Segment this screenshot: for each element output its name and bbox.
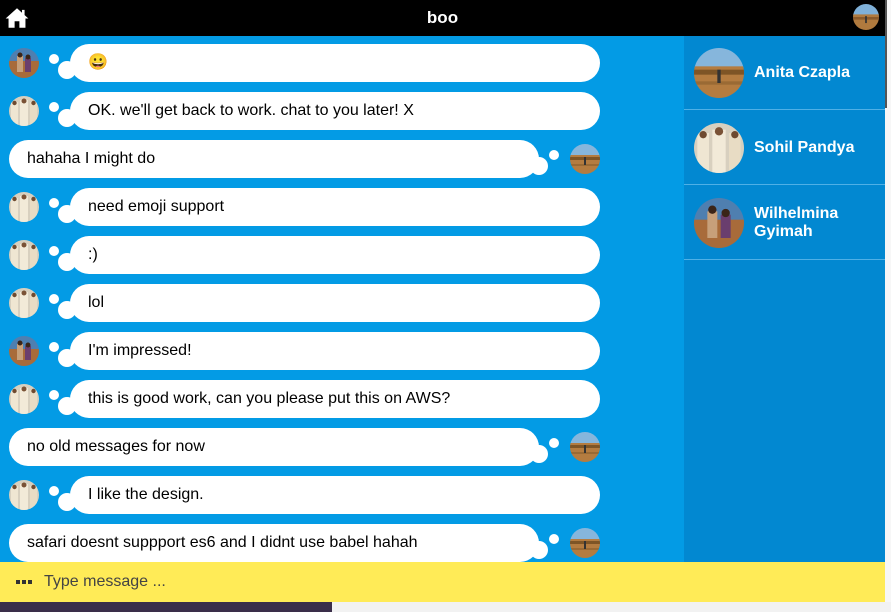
- outgoing-message: safari doesnt suppport es6 and I didnt u…: [0, 524, 610, 562]
- bubble-tail: [549, 534, 559, 544]
- message-bubble: need emoji support: [70, 188, 600, 226]
- sender-avatar[interactable]: [570, 432, 600, 462]
- sender-avatar[interactable]: [570, 144, 600, 174]
- bubble-tail: [49, 102, 59, 112]
- bubble-tail: [49, 486, 59, 496]
- contact-avatar: [694, 123, 744, 173]
- more-dots-icon[interactable]: [16, 579, 32, 585]
- sender-avatar[interactable]: [9, 480, 39, 510]
- incoming-message: lol: [0, 284, 610, 322]
- sender-avatar[interactable]: [9, 288, 39, 318]
- desktop-strip: [0, 602, 891, 612]
- contact-name: Wilhelmina Gyimah: [754, 205, 839, 240]
- message-bubble: I like the design.: [70, 476, 600, 514]
- sender-avatar[interactable]: [9, 336, 39, 366]
- sender-avatar[interactable]: [9, 192, 39, 222]
- bubble-tail: [49, 342, 59, 352]
- message-bubble: no old messages for now: [9, 428, 539, 466]
- incoming-message: I'm impressed!: [0, 332, 610, 370]
- page-title: boo: [426, 8, 459, 27]
- message-bubble: 😀: [70, 44, 600, 82]
- outgoing-message: no old messages for now: [0, 428, 610, 466]
- message-bubble: this is good work, can you please put th…: [70, 380, 600, 418]
- incoming-message: need emoji support: [0, 188, 610, 226]
- contact-item[interactable]: Anita Czapla: [684, 36, 885, 110]
- composer-bar: [0, 562, 885, 602]
- user-avatar[interactable]: [853, 4, 879, 30]
- bubble-tail: [49, 54, 59, 64]
- sender-avatar[interactable]: [570, 528, 600, 558]
- contact-name: Anita Czapla: [754, 64, 851, 81]
- contact-item[interactable]: Sohil Pandya: [684, 111, 885, 185]
- outgoing-message: hahaha I might do: [0, 140, 610, 178]
- message-bubble: OK. we'll get back to work. chat to you …: [70, 92, 600, 130]
- contact-list: Anita Czapla Sohil Pandya Wilhelmina Gyima…: [684, 36, 885, 562]
- incoming-message: OK. we'll get back to work. chat to you …: [0, 92, 610, 130]
- message-bubble: :): [70, 236, 600, 274]
- incoming-message: I like the design.: [0, 476, 610, 514]
- contact-name: Sohil Pandya: [754, 139, 855, 156]
- sender-avatar[interactable]: [9, 96, 39, 126]
- incoming-message: :): [0, 236, 610, 274]
- message-input[interactable]: [44, 570, 644, 594]
- bubble-tail: [49, 390, 59, 400]
- bubble-tail: [49, 294, 59, 304]
- incoming-message: 😀: [0, 44, 610, 82]
- message-bubble: lol: [70, 284, 600, 322]
- contact-avatar: [694, 198, 744, 248]
- bubble-tail: [49, 246, 59, 256]
- chat-app: boo 😀 OK. we'll get back to work. chat to…: [0, 0, 885, 602]
- bubble-tail: [549, 150, 559, 160]
- incoming-message: this is good work, can you please put th…: [0, 380, 610, 418]
- bubble-tail: [49, 198, 59, 208]
- sender-avatar[interactable]: [9, 384, 39, 414]
- message-bubble: I'm impressed!: [70, 332, 600, 370]
- top-bar: boo: [0, 0, 885, 36]
- message-list[interactable]: 😀 OK. we'll get back to work. chat to you…: [0, 36, 684, 562]
- window-edge: [885, 0, 891, 612]
- contact-avatar: [694, 48, 744, 98]
- contact-item[interactable]: Wilhelmina Gyimah: [684, 186, 885, 260]
- message-bubble: safari doesnt suppport es6 and I didnt u…: [9, 524, 539, 562]
- bubble-tail: [549, 438, 559, 448]
- sender-avatar[interactable]: [9, 240, 39, 270]
- message-bubble: hahaha I might do: [9, 140, 539, 178]
- sender-avatar[interactable]: [9, 48, 39, 78]
